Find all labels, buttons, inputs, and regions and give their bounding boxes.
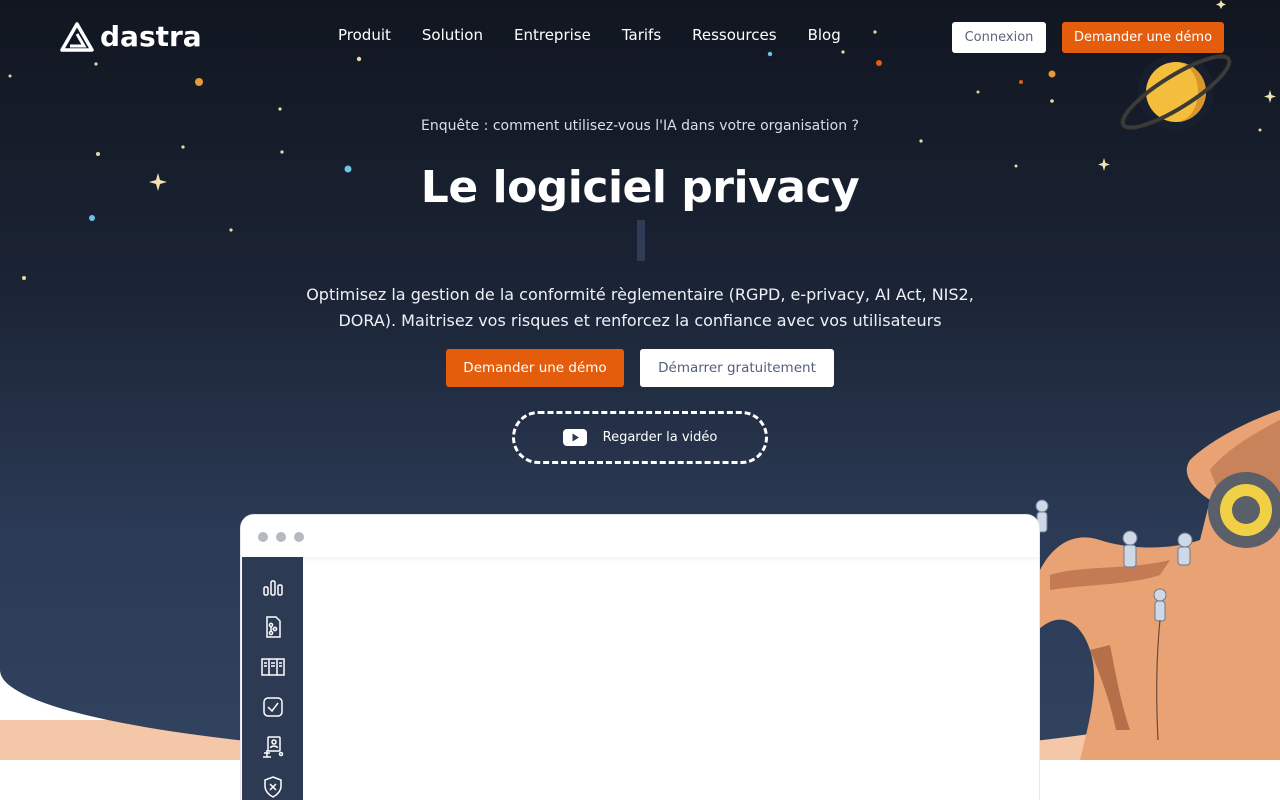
nav-item-produit[interactable]: Produit <box>338 26 391 44</box>
register-icon[interactable] <box>261 655 285 679</box>
checklist-icon[interactable] <box>261 695 285 719</box>
mockup-titlebar <box>241 515 1039 557</box>
main-nav: Produit Solution Entreprise Tarifs Resso… <box>338 26 841 44</box>
document-tree-icon[interactable] <box>261 615 285 639</box>
astronaut-cliff-illustration <box>1035 410 1280 760</box>
youtube-play-icon <box>562 429 587 446</box>
page-title: Le logiciel privacy <box>420 162 860 213</box>
user-network-icon[interactable] <box>261 735 285 759</box>
window-dot-3 <box>294 532 304 542</box>
login-button[interactable]: Connexion <box>952 22 1046 53</box>
nav-item-solution[interactable]: Solution <box>422 26 483 44</box>
header-demo-button[interactable]: Demander une démo <box>1062 22 1224 53</box>
page: dastra Produit Solution Entreprise Tarif… <box>0 0 1280 800</box>
logo-mark-icon <box>60 21 94 52</box>
hero-subtitle-line-2: DORA). Maitrisez vos risques et renforce… <box>338 311 942 330</box>
window-dot-2 <box>276 532 286 542</box>
demo-button[interactable]: Demander une démo <box>446 349 624 387</box>
nav-item-tarifs[interactable]: Tarifs <box>622 26 661 44</box>
survey-banner[interactable]: Enquête : comment utilisez-vous l'IA dan… <box>396 108 884 144</box>
shield-x-icon[interactable] <box>261 775 285 799</box>
watch-video-label: Regarder la vidéo <box>602 430 718 445</box>
window-dot-1 <box>258 532 268 542</box>
free-trial-button[interactable]: Démarrer gratuitement <box>640 349 834 387</box>
mockup-sidebar <box>242 557 303 800</box>
planet-illustration <box>1120 54 1232 130</box>
nav-item-ressources[interactable]: Ressources <box>692 26 776 44</box>
hero-subtitle-line-1: Optimisez la gestion de la conformité rè… <box>306 285 974 304</box>
hero-subtitle: Optimisez la gestion de la conformité rè… <box>300 282 980 334</box>
logo-text: dastra <box>100 20 202 53</box>
watch-video-button[interactable]: Regarder la vidéo <box>512 411 768 464</box>
nav-item-blog[interactable]: Blog <box>808 26 841 44</box>
logo[interactable]: dastra <box>60 20 202 53</box>
nav-item-entreprise[interactable]: Entreprise <box>514 26 591 44</box>
app-mockup <box>240 514 1040 800</box>
bar-chart-icon[interactable] <box>261 575 285 599</box>
typing-caret <box>637 220 645 261</box>
